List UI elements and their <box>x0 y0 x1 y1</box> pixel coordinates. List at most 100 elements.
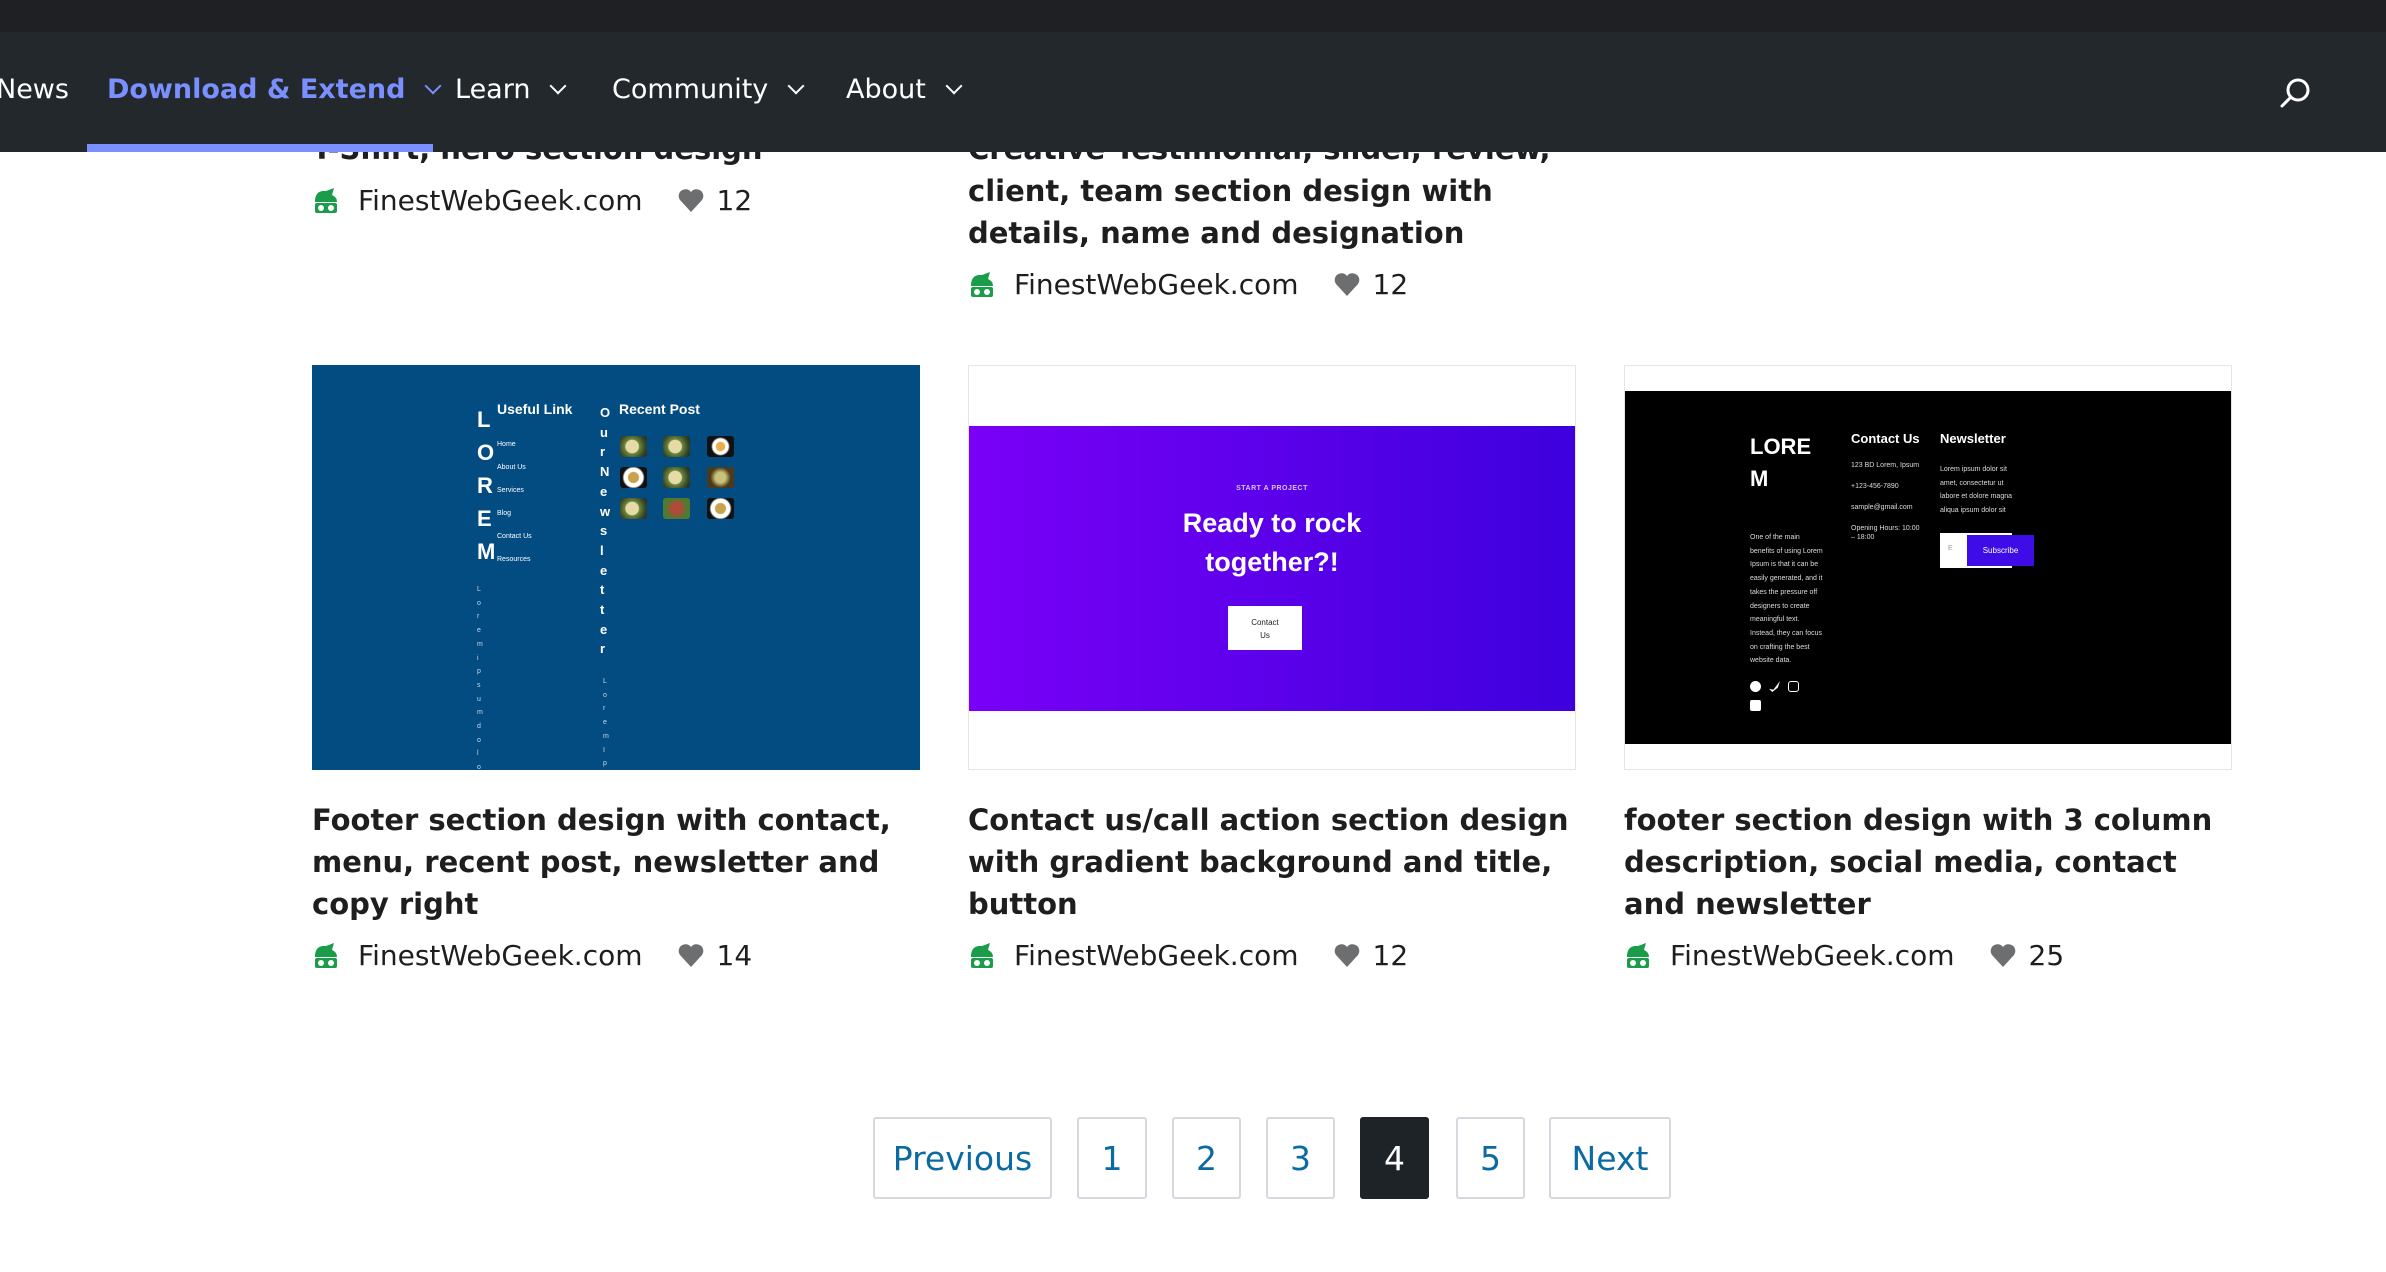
nav-news[interactable]: News <box>0 74 69 105</box>
like-count: 25 <box>2028 938 2065 972</box>
card-meta: FinestWebGeek.com 12 <box>968 262 1576 306</box>
lorem-letter: l <box>477 750 479 758</box>
instagram-icon <box>1788 681 1799 692</box>
preview-dark-footer: LORE M One of the main benefits of using L… <box>1625 391 2231 744</box>
author-name[interactable]: FinestWebGeek.com <box>1014 268 1299 301</box>
lorem-letter: o <box>477 599 481 607</box>
contact-line: sample@gmail.com <box>1851 504 1913 511</box>
nav-community[interactable]: Community <box>612 74 805 105</box>
description-line: on crafting the best <box>1750 643 1810 651</box>
heart-icon[interactable] <box>677 187 705 213</box>
lorem-letter: r <box>603 705 606 713</box>
food-thumbnail <box>707 467 734 488</box>
pattern-card[interactable]: Creative Testimonial, slider, review, cl… <box>968 128 1576 306</box>
newsletter-letter: t <box>600 582 605 598</box>
logo-letter: R <box>477 473 493 498</box>
pattern-card[interactable]: Contact us/call action section design wi… <box>968 799 1576 977</box>
nav-label: Community <box>612 74 769 105</box>
admin-top-bar <box>0 0 2386 32</box>
pattern-card[interactable]: Footer section design with contact, menu… <box>312 799 920 977</box>
like-count: 12 <box>1372 267 1409 301</box>
chevron-down-icon <box>945 77 963 94</box>
preview-description: One of the main benefits of using Lorem Ip… <box>1750 531 1823 668</box>
author-logo-icon <box>1627 943 1649 968</box>
author-name[interactable]: FinestWebGeek.com <box>358 184 643 217</box>
heart-icon[interactable] <box>1333 942 1361 968</box>
previous-page-button[interactable]: Previous <box>873 1117 1052 1199</box>
page-4-current[interactable]: 4 <box>1360 1117 1429 1199</box>
card-preview-footer-menu[interactable]: LOREM Useful Link Home About Us Services Bl… <box>312 365 920 770</box>
preview-logo-vertical: LOREM <box>477 403 495 568</box>
preview-links: Home About Us Services Blog Contact Us Resour… <box>497 433 532 571</box>
preview-subscribe-button: Subscribe <box>1967 535 2034 566</box>
newsletter-letter: O <box>600 405 611 420</box>
next-page-button[interactable]: Next <box>1549 1117 1671 1199</box>
author-name[interactable]: FinestWebGeek.com <box>1014 939 1299 972</box>
nav-learn[interactable]: Learn <box>455 74 567 105</box>
preview-heading: Useful Link <box>497 401 573 417</box>
like-count: 14 <box>716 938 753 972</box>
description-line: benefits of using Lorem <box>1750 547 1823 555</box>
newsletter-line: aliqua ipsum dolor sit <box>1940 507 2006 515</box>
logo-letter: M <box>477 539 496 564</box>
active-nav-indicator <box>87 144 433 152</box>
heading-line: together?! <box>1205 547 1339 577</box>
lorem-letter: s <box>477 681 481 689</box>
page-2-button[interactable]: 2 <box>1172 1117 1241 1199</box>
description-line: One of the main <box>1750 534 1800 541</box>
logo-line: LORE <box>1750 434 1812 459</box>
card-meta: FinestWebGeek.com 25 <box>1624 933 2232 977</box>
lorem-letter: L <box>477 586 481 593</box>
pattern-card[interactable]: footer section design with 3 column desc… <box>1624 799 2232 977</box>
newsletter-line: Lorem ipsum dolor sit <box>1940 466 2007 473</box>
page-3-button[interactable]: 3 <box>1266 1117 1335 1199</box>
preview-lorem-vertical: Loremipsumdolo <box>477 583 483 770</box>
chevron-down-icon <box>424 77 442 94</box>
preview-gradient-banner: START A PROJECT Ready to rock together?! … <box>969 426 1575 711</box>
page-1-button[interactable]: 1 <box>1077 1117 1147 1199</box>
preview-heading: Contact Us <box>1851 431 1920 446</box>
card-meta: FinestWebGeek.com 12 <box>968 933 1576 977</box>
heart-icon[interactable] <box>677 942 705 968</box>
chevron-down-icon <box>787 77 805 94</box>
page-5-button[interactable]: 5 <box>1456 1117 1525 1199</box>
card-title[interactable]: Footer section design with contact, menu… <box>312 799 920 925</box>
logo-letter: E <box>477 506 492 531</box>
search-icon[interactable] <box>2278 76 2312 110</box>
preview-link: About Us <box>497 464 526 471</box>
newsletter-line: labore et dolore magna <box>1940 493 2012 501</box>
card-title[interactable]: footer section design with 3 column desc… <box>1624 799 2232 925</box>
heart-icon[interactable] <box>1989 942 2017 968</box>
description-line: designers to create <box>1750 602 1810 610</box>
twitter-icon <box>1769 681 1780 692</box>
description-line: takes the pressure off <box>1750 588 1818 596</box>
main-nav: News Download & Extend Learn Community A… <box>0 32 2386 152</box>
nav-download-extend[interactable]: Download & Extend <box>107 74 442 105</box>
nav-label: About <box>846 74 926 105</box>
preview-heading: Ready to rock together?! <box>969 504 1575 582</box>
newsletter-line: amet, consectetur ut <box>1940 479 2004 487</box>
lorem-letter: e <box>477 627 481 635</box>
author-logo-icon <box>315 943 337 968</box>
card-preview-footer-3col[interactable]: LORE M One of the main benefits of using L… <box>1624 365 2232 770</box>
nav-label: News <box>0 74 69 105</box>
nav-about[interactable]: About <box>846 74 963 105</box>
lorem-letter: m <box>477 640 483 648</box>
author-name[interactable]: FinestWebGeek.com <box>358 939 643 972</box>
card-meta: FinestWebGeek.com 14 <box>312 933 920 977</box>
card-title[interactable]: Contact us/call action section design wi… <box>968 799 1576 925</box>
preview-link: Home <box>497 441 516 448</box>
contact-line: Opening Hours: 10:00 – 18:00 <box>1851 525 1920 541</box>
preview-link: Blog <box>497 510 512 517</box>
newsletter-letter: w <box>600 503 611 519</box>
newsletter-letter: r <box>600 641 606 657</box>
food-thumbnail <box>707 498 734 519</box>
author-name[interactable]: FinestWebGeek.com <box>1670 939 1955 972</box>
heart-icon[interactable] <box>1333 271 1361 297</box>
lorem-letter: o <box>477 764 481 770</box>
like-count: 12 <box>1372 938 1409 972</box>
card-preview-cta[interactable]: START A PROJECT Ready to rock together?! … <box>968 365 1576 770</box>
newsletter-letter: s <box>600 523 608 539</box>
food-thumbnail <box>620 436 647 457</box>
preview-contact-lines: 123 BD Lorem, Ipsum +123-456-7890 sample@g… <box>1851 461 1921 554</box>
